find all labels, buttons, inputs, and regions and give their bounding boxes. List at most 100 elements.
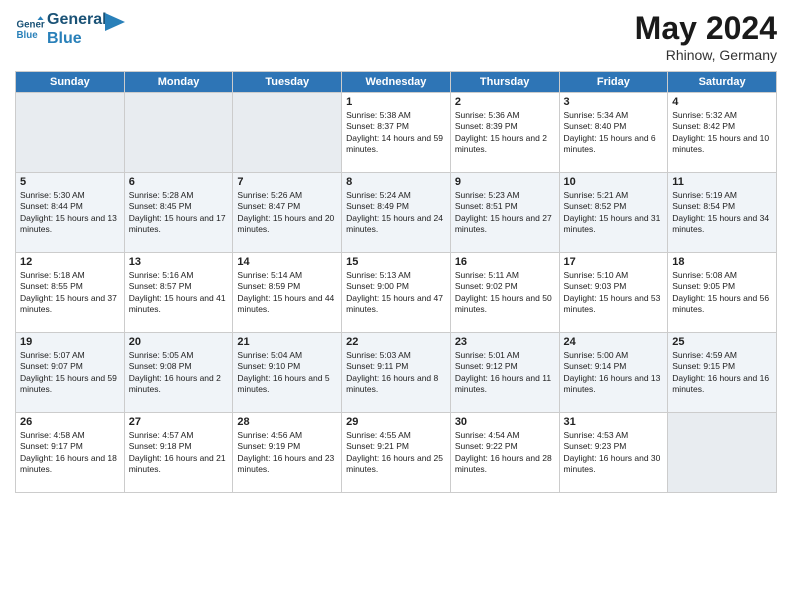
- day-info: Sunrise: 5:18 AM Sunset: 8:55 PM Dayligh…: [20, 270, 120, 316]
- calendar-cell: 8 Sunrise: 5:24 AM Sunset: 8:49 PM Daylig…: [342, 173, 451, 253]
- calendar-cell: 27 Sunrise: 4:57 AM Sunset: 9:18 PM Dayli…: [124, 413, 233, 493]
- calendar-cell: 29Sunrise: 4:55 AM Sunset: 9:21 PM Dayli…: [342, 413, 451, 493]
- logo-arrow-icon: [105, 13, 125, 31]
- calendar-header-row: SundayMondayTuesdayWednesdayThursdayFrid…: [16, 72, 777, 93]
- calendar-week-row: 5 Sunrise: 5:30 AM Sunset: 8:44 PM Daylig…: [16, 173, 777, 253]
- day-number: 28: [237, 416, 337, 428]
- calendar-cell: 21 Sunrise: 5:04 AM Sunset: 9:10 PM Dayli…: [233, 333, 342, 413]
- day-number: 4: [672, 96, 772, 108]
- calendar-cell: 30 Sunrise: 4:54 AM Sunset: 9:22 PM Dayli…: [450, 413, 559, 493]
- day-number: 30: [455, 416, 555, 428]
- logo: General Blue General Blue: [15, 10, 125, 48]
- day-number: 7: [237, 176, 337, 188]
- day-number: 31: [564, 416, 664, 428]
- location-title: Rhinow, Germany: [635, 47, 777, 63]
- calendar-cell: 5 Sunrise: 5:30 AM Sunset: 8:44 PM Daylig…: [16, 173, 125, 253]
- day-info: Sunrise: 4:59 AM Sunset: 9:15 PM Dayligh…: [672, 350, 772, 396]
- calendar-cell: 14Sunrise: 5:14 AM Sunset: 8:59 PM Dayli…: [233, 253, 342, 333]
- svg-text:Blue: Blue: [17, 30, 39, 41]
- calendar-cell: 15 Sunrise: 5:13 AM Sunset: 9:00 PM Dayli…: [342, 253, 451, 333]
- day-info: Sunrise: 4:57 AM Sunset: 9:18 PM Dayligh…: [129, 430, 229, 476]
- day-number: 6: [129, 176, 229, 188]
- calendar-cell: 17Sunrise: 5:10 AM Sunset: 9:03 PM Dayli…: [559, 253, 668, 333]
- calendar-cell: 18Sunrise: 5:08 AM Sunset: 9:05 PM Dayli…: [668, 253, 777, 333]
- day-header-saturday: Saturday: [668, 72, 777, 93]
- month-year-title: May 2024: [635, 10, 777, 47]
- day-info: Sunrise: 5:24 AM Sunset: 8:49 PM Dayligh…: [346, 190, 446, 236]
- calendar-cell: 12 Sunrise: 5:18 AM Sunset: 8:55 PM Dayli…: [16, 253, 125, 333]
- day-number: 20: [129, 336, 229, 348]
- calendar-cell: 3 Sunrise: 5:34 AM Sunset: 8:40 PM Daylig…: [559, 93, 668, 173]
- day-info: Sunrise: 5:23 AM Sunset: 8:51 PM Dayligh…: [455, 190, 555, 236]
- calendar-cell: 19Sunrise: 5:07 AM Sunset: 9:07 PM Dayli…: [16, 333, 125, 413]
- calendar-cell: 13Sunrise: 5:16 AM Sunset: 8:57 PM Dayli…: [124, 253, 233, 333]
- day-header-thursday: Thursday: [450, 72, 559, 93]
- day-info: Sunrise: 5:32 AM Sunset: 8:42 PM Dayligh…: [672, 110, 772, 156]
- title-block: May 2024 Rhinow, Germany: [635, 10, 777, 63]
- day-header-sunday: Sunday: [16, 72, 125, 93]
- calendar-cell: 31 Sunrise: 4:53 AM Sunset: 9:23 PM Dayli…: [559, 413, 668, 493]
- day-info: Sunrise: 5:38 AM Sunset: 8:37 PM Dayligh…: [346, 110, 446, 156]
- calendar-cell: 9Sunrise: 5:23 AM Sunset: 8:51 PM Daylig…: [450, 173, 559, 253]
- day-number: 15: [346, 256, 446, 268]
- calendar-cell: 25 Sunrise: 4:59 AM Sunset: 9:15 PM Dayli…: [668, 333, 777, 413]
- day-number: 21: [237, 336, 337, 348]
- page-container: General Blue General Blue May 2024 Rhino…: [0, 0, 792, 503]
- day-info: Sunrise: 4:56 AM Sunset: 9:19 PM Dayligh…: [237, 430, 337, 476]
- day-number: 3: [564, 96, 664, 108]
- day-number: 27: [129, 416, 229, 428]
- calendar-week-row: 1 Sunrise: 5:38 AM Sunset: 8:37 PM Daylig…: [16, 93, 777, 173]
- day-number: 2: [455, 96, 555, 108]
- day-header-tuesday: Tuesday: [233, 72, 342, 93]
- header: General Blue General Blue May 2024 Rhino…: [15, 10, 777, 63]
- day-info: Sunrise: 4:53 AM Sunset: 9:23 PM Dayligh…: [564, 430, 664, 476]
- day-info: Sunrise: 5:36 AM Sunset: 8:39 PM Dayligh…: [455, 110, 555, 156]
- calendar-cell: 20 Sunrise: 5:05 AM Sunset: 9:08 PM Dayli…: [124, 333, 233, 413]
- calendar-cell: 10Sunrise: 5:21 AM Sunset: 8:52 PM Dayli…: [559, 173, 668, 253]
- day-header-monday: Monday: [124, 72, 233, 93]
- day-number: 23: [455, 336, 555, 348]
- day-info: Sunrise: 5:21 AM Sunset: 8:52 PM Dayligh…: [564, 190, 664, 236]
- calendar-cell: 2 Sunrise: 5:36 AM Sunset: 8:39 PM Daylig…: [450, 93, 559, 173]
- day-number: 8: [346, 176, 446, 188]
- day-number: 12: [20, 256, 120, 268]
- calendar-cell: [124, 93, 233, 173]
- day-number: 22: [346, 336, 446, 348]
- day-info: Sunrise: 5:05 AM Sunset: 9:08 PM Dayligh…: [129, 350, 229, 396]
- day-info: Sunrise: 5:01 AM Sunset: 9:12 PM Dayligh…: [455, 350, 555, 396]
- calendar-week-row: 12 Sunrise: 5:18 AM Sunset: 8:55 PM Dayli…: [16, 253, 777, 333]
- day-info: Sunrise: 4:55 AM Sunset: 9:21 PM Dayligh…: [346, 430, 446, 476]
- logo-general: General: [47, 10, 107, 29]
- day-number: 17: [564, 256, 664, 268]
- day-info: Sunrise: 5:34 AM Sunset: 8:40 PM Dayligh…: [564, 110, 664, 156]
- calendar-cell: 23 Sunrise: 5:01 AM Sunset: 9:12 PM Dayli…: [450, 333, 559, 413]
- calendar-cell: 7Sunrise: 5:26 AM Sunset: 8:47 PM Daylig…: [233, 173, 342, 253]
- day-info: Sunrise: 5:13 AM Sunset: 9:00 PM Dayligh…: [346, 270, 446, 316]
- day-info: Sunrise: 5:30 AM Sunset: 8:44 PM Dayligh…: [20, 190, 120, 236]
- day-number: 24: [564, 336, 664, 348]
- calendar-cell: 24Sunrise: 5:00 AM Sunset: 9:14 PM Dayli…: [559, 333, 668, 413]
- day-number: 11: [672, 176, 772, 188]
- day-number: 19: [20, 336, 120, 348]
- day-number: 25: [672, 336, 772, 348]
- calendar-cell: 16Sunrise: 5:11 AM Sunset: 9:02 PM Dayli…: [450, 253, 559, 333]
- day-header-friday: Friday: [559, 72, 668, 93]
- day-number: 26: [20, 416, 120, 428]
- calendar-week-row: 19Sunrise: 5:07 AM Sunset: 9:07 PM Dayli…: [16, 333, 777, 413]
- day-info: Sunrise: 5:11 AM Sunset: 9:02 PM Dayligh…: [455, 270, 555, 316]
- day-number: 14: [237, 256, 337, 268]
- calendar-cell: 26 Sunrise: 4:58 AM Sunset: 9:17 PM Dayli…: [16, 413, 125, 493]
- day-number: 5: [20, 176, 120, 188]
- calendar-cell: [16, 93, 125, 173]
- day-info: Sunrise: 5:04 AM Sunset: 9:10 PM Dayligh…: [237, 350, 337, 396]
- day-info: Sunrise: 5:19 AM Sunset: 8:54 PM Dayligh…: [672, 190, 772, 236]
- day-number: 1: [346, 96, 446, 108]
- day-info: Sunrise: 5:16 AM Sunset: 8:57 PM Dayligh…: [129, 270, 229, 316]
- day-info: Sunrise: 4:54 AM Sunset: 9:22 PM Dayligh…: [455, 430, 555, 476]
- calendar-cell: 28 Sunrise: 4:56 AM Sunset: 9:19 PM Dayli…: [233, 413, 342, 493]
- day-number: 18: [672, 256, 772, 268]
- svg-text:General: General: [17, 20, 46, 31]
- day-info: Sunrise: 4:58 AM Sunset: 9:17 PM Dayligh…: [20, 430, 120, 476]
- day-info: Sunrise: 5:28 AM Sunset: 8:45 PM Dayligh…: [129, 190, 229, 236]
- calendar-cell: 1 Sunrise: 5:38 AM Sunset: 8:37 PM Daylig…: [342, 93, 451, 173]
